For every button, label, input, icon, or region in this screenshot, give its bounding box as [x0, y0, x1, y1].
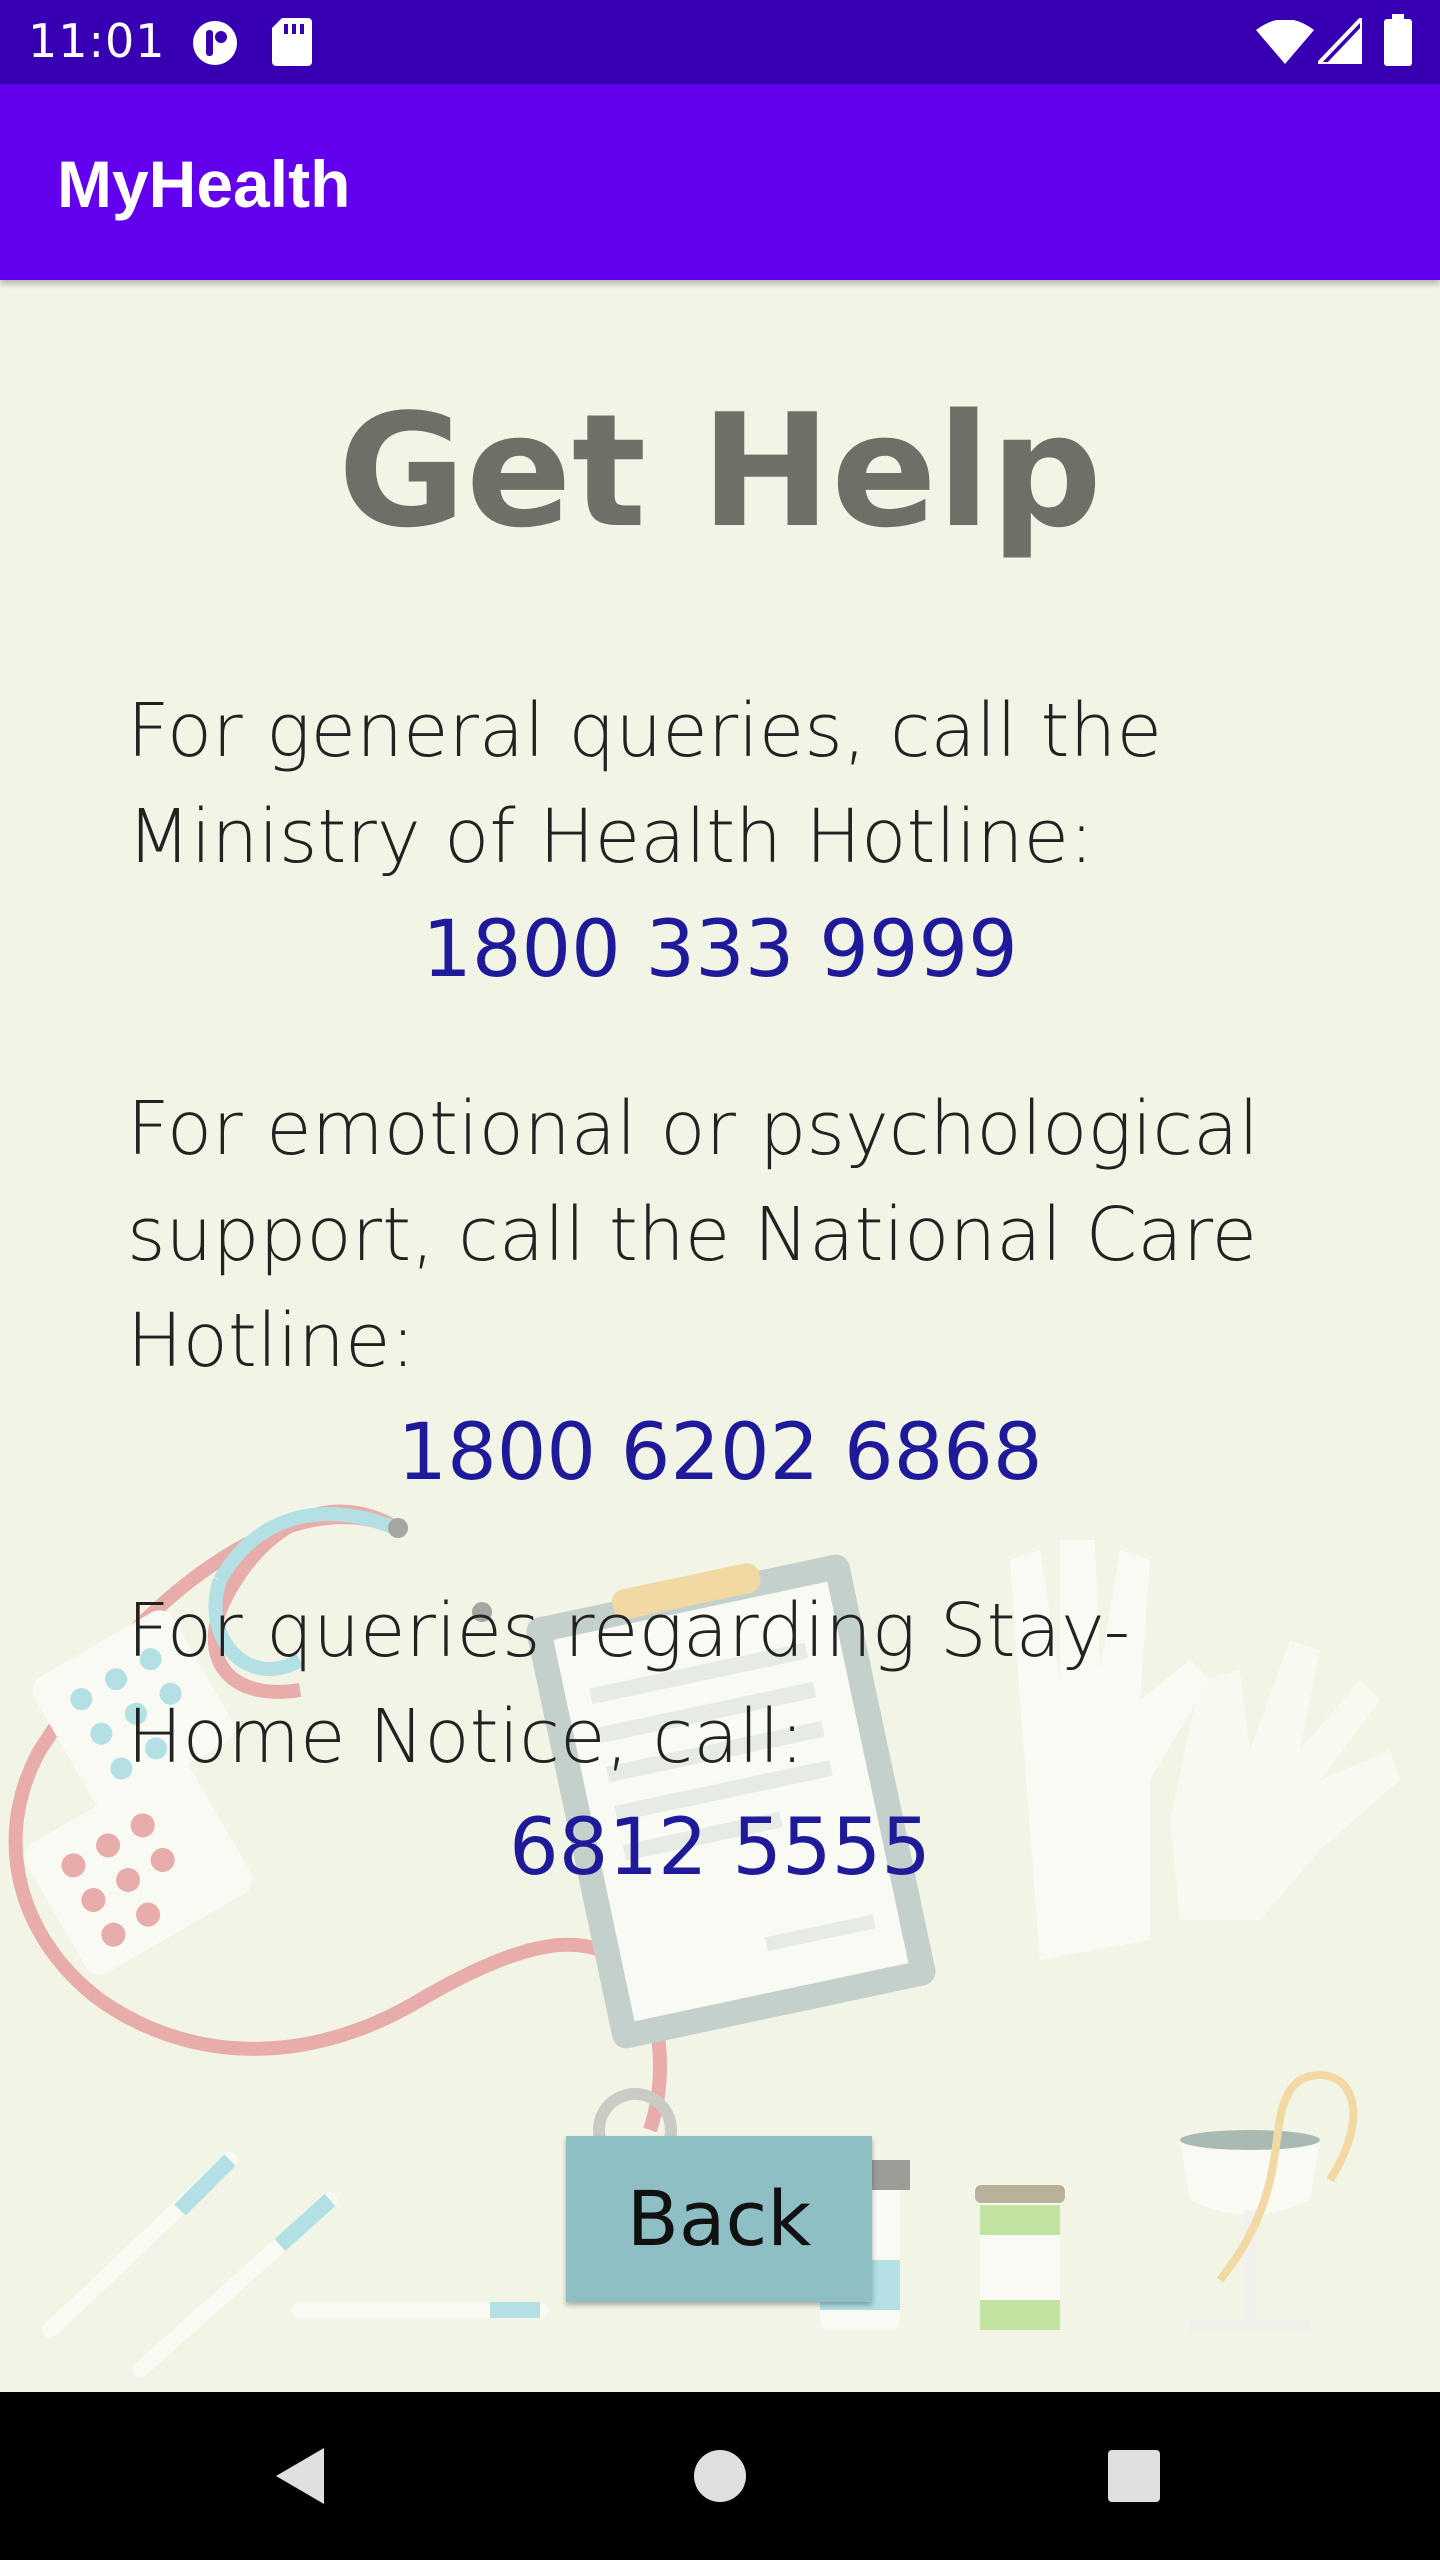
battery-icon	[1384, 14, 1412, 66]
app-notification-icon	[193, 21, 237, 65]
back-button[interactable]: Back	[566, 2136, 872, 2302]
general-queries-text: For general queries, call the Ministry o…	[127, 688, 1162, 880]
emotional-support-text: For emotional or psychological support, …	[127, 1086, 1260, 1384]
moh-hotline-number[interactable]: 1800 333 9999	[0, 905, 1440, 995]
app-bar: MyHealth	[0, 84, 1440, 280]
cell-signal-icon	[1318, 18, 1362, 64]
sd-card-icon	[272, 18, 312, 66]
national-care-hotline-number[interactable]: 1800 6202 6868	[0, 1408, 1440, 1498]
stay-home-notice-text: For queries regarding Stay-Home Notice, …	[127, 1588, 1131, 1780]
stay-home-notice-number[interactable]: 6812 5555	[0, 1803, 1440, 1893]
get-help-screen: Get Help For general queries, call the M…	[0, 280, 1440, 2392]
system-navigation-bar	[0, 2392, 1440, 2560]
home-nav-icon[interactable]	[680, 2436, 760, 2516]
status-bar: 11:01	[0, 0, 1440, 84]
app-title: MyHealth	[57, 147, 351, 221]
status-time: 11:01	[28, 14, 166, 68]
page-title: Get Help	[337, 380, 1103, 562]
recents-nav-icon[interactable]	[1094, 2436, 1174, 2516]
back-nav-icon[interactable]	[262, 2436, 342, 2516]
wifi-icon	[1256, 20, 1314, 64]
